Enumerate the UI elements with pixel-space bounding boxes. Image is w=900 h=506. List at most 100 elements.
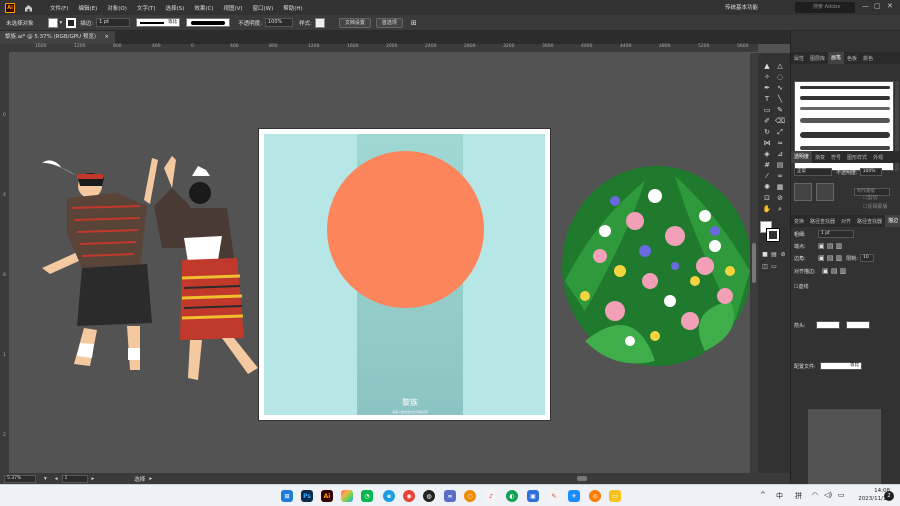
notification-badge[interactable]: 2 [884, 491, 894, 501]
gradient-icon[interactable]: ▤ [775, 160, 785, 170]
graphic-style-swatch[interactable] [314, 17, 325, 28]
fill-swatch[interactable] [47, 17, 58, 28]
tab-transform[interactable]: 变换 [791, 218, 807, 225]
green-app-icon[interactable]: ◐ [506, 490, 518, 502]
arrange-icon[interactable]: ⊞ [411, 19, 417, 27]
magic-wand-icon[interactable]: ✧ [762, 72, 772, 82]
qq-icon[interactable]: ◍ [423, 490, 435, 502]
canvas[interactable]: 黎族 海南少数民族文化传播宣传 [10, 53, 758, 473]
lasso-icon[interactable]: ◌ [775, 72, 785, 82]
brush-stroke[interactable] [800, 132, 890, 138]
perspective-icon[interactable]: ⊿ [775, 149, 785, 159]
flower-bouquet-illustration[interactable] [555, 161, 758, 371]
eyedropper-icon[interactable]: ⁄ [762, 171, 772, 181]
status-menu-arrow[interactable]: ▸ [149, 476, 152, 482]
scale-icon[interactable]: ⤢ [775, 127, 785, 137]
stroke-color-swatch[interactable] [766, 228, 780, 242]
selection-tool-icon[interactable]: ▲ [762, 61, 772, 71]
menu-select[interactable]: 选择(S) [161, 4, 190, 12]
brush-stroke[interactable] [800, 107, 890, 110]
cap-buttons[interactable]: ▣ ▤ ▥ [818, 242, 842, 250]
color-app-icon[interactable] [341, 490, 353, 502]
tab-swatches[interactable]: 色板 [844, 55, 860, 62]
width-tool-icon[interactable]: ⋈ [762, 138, 772, 148]
poster-sun-circle[interactable] [327, 151, 484, 308]
symbol-sprayer-icon[interactable]: ✺ [762, 182, 772, 192]
artboard-prev[interactable]: ◂ [55, 476, 58, 482]
menu-view[interactable]: 视图(V) [218, 4, 247, 12]
menu-window[interactable]: 窗口(W) [248, 4, 279, 12]
tab-libraries[interactable]: 图层库 [807, 55, 828, 62]
minimize-icon[interactable]: — [862, 2, 869, 10]
photos-icon[interactable]: ▣ [527, 490, 539, 502]
tab-color[interactable]: 颜色 [860, 55, 876, 62]
feishu-icon[interactable]: ✈ [568, 490, 580, 502]
brush-stroke[interactable] [800, 146, 890, 150]
artboard-tool-icon[interactable]: ⊡ [762, 193, 772, 203]
battery-icon[interactable]: ▭ [838, 491, 845, 499]
tray-expand-icon[interactable]: ^ [760, 491, 766, 499]
blend-mode-select[interactable]: 正常 [794, 168, 832, 176]
invert-mask-checkbox[interactable]: ☐ 反相蒙版 [863, 203, 888, 211]
tab-symbols[interactable]: 符号 [828, 154, 844, 161]
wifi-icon[interactable]: ◠ [812, 491, 818, 499]
input-language[interactable]: 中 [776, 491, 783, 501]
brush-app-icon[interactable]: ✎ [548, 490, 560, 502]
limit-field[interactable]: 10 [859, 254, 874, 262]
paintbrush-icon[interactable]: ✎ [775, 105, 785, 115]
tab-document[interactable]: 黎族.ai* @ 5.37% (RGB/GPU 预览) × [0, 31, 115, 44]
tab-appearance[interactable]: 外观 [870, 154, 886, 161]
brush-stroke[interactable] [800, 96, 890, 100]
chevron-down-icon[interactable]: ▾ [60, 20, 63, 26]
menu-type[interactable]: 文字(T) [132, 4, 161, 12]
variable-width-profile[interactable]: 等比 [136, 18, 181, 27]
browser-app-icon[interactable]: ◎ [589, 490, 601, 502]
illustrator-icon[interactable]: Ai [321, 490, 333, 502]
tab-pathfinder[interactable]: 路径查找器 [807, 218, 838, 225]
direct-selection-tool-icon[interactable]: △ [775, 61, 785, 71]
connect-app-icon[interactable]: ∞ [444, 490, 456, 502]
stroke-weight-field[interactable]: 1 pt [96, 18, 131, 27]
menu-effect[interactable]: 效果(C) [189, 4, 218, 12]
workspace-switcher[interactable]: 传统基本功能 [725, 3, 758, 11]
vertical-scrollbar-thumb[interactable] [752, 243, 756, 283]
eraser-icon[interactable]: ⌫ [775, 116, 785, 126]
curvature-icon[interactable]: ∿ [775, 83, 785, 93]
weight-field[interactable]: 1 pt [818, 230, 854, 238]
rotate-icon[interactable]: ↻ [762, 127, 772, 137]
edge-icon[interactable]: e [383, 490, 395, 502]
line-tool-icon[interactable]: ╲ [775, 94, 785, 104]
opacity-field[interactable]: 100% [265, 18, 293, 27]
photoshop-icon[interactable]: Ps [301, 490, 313, 502]
zoom-icon[interactable]: ⌕ [775, 204, 785, 214]
stock-search-input[interactable]: 搜索 Adobe Stock [795, 2, 855, 21]
tab-close-icon[interactable]: × [104, 31, 109, 44]
home-icon[interactable] [21, 2, 35, 14]
music-icon[interactable]: ♪ [485, 490, 497, 502]
tab-pathfinder-2[interactable]: 路径查找器 [854, 218, 885, 225]
menu-file[interactable]: 文件(F) [45, 4, 73, 12]
slice-icon[interactable]: ⊘ [775, 193, 785, 203]
screen-mode-icon[interactable]: ▭ [769, 261, 779, 271]
horizontal-scrollbar-thumb[interactable] [577, 476, 587, 481]
dancers-illustration[interactable] [22, 148, 262, 388]
opacity-field[interactable]: 100% [859, 168, 882, 176]
maximize-icon[interactable]: ▢ [874, 2, 881, 10]
start-arrowhead-select[interactable] [816, 321, 840, 329]
brush-stroke[interactable] [800, 118, 890, 123]
menu-help[interactable]: 帮助(H) [278, 4, 307, 12]
tab-align[interactable]: 对齐 [838, 218, 854, 225]
align-stroke-buttons[interactable]: ▣ ▤ ▥ [822, 267, 846, 275]
orange-app-icon[interactable]: ○ [464, 490, 476, 502]
pen-tool-icon[interactable]: ✒ [762, 83, 772, 93]
shape-builder-icon[interactable]: ◈ [762, 149, 772, 159]
volume-icon[interactable]: ◁) [824, 491, 832, 499]
mesh-icon[interactable]: # [762, 160, 772, 170]
warp-icon[interactable]: ≈ [775, 138, 785, 148]
ime-mode[interactable]: 拼 [795, 491, 802, 501]
document-setup-button[interactable]: 文档设置 [338, 17, 371, 28]
rotate-view[interactable]: ▾ [44, 476, 47, 482]
artboard-next[interactable]: ▸ [92, 476, 95, 482]
pencil-icon[interactable]: ✐ [762, 116, 772, 126]
brush-definition[interactable] [186, 18, 231, 27]
